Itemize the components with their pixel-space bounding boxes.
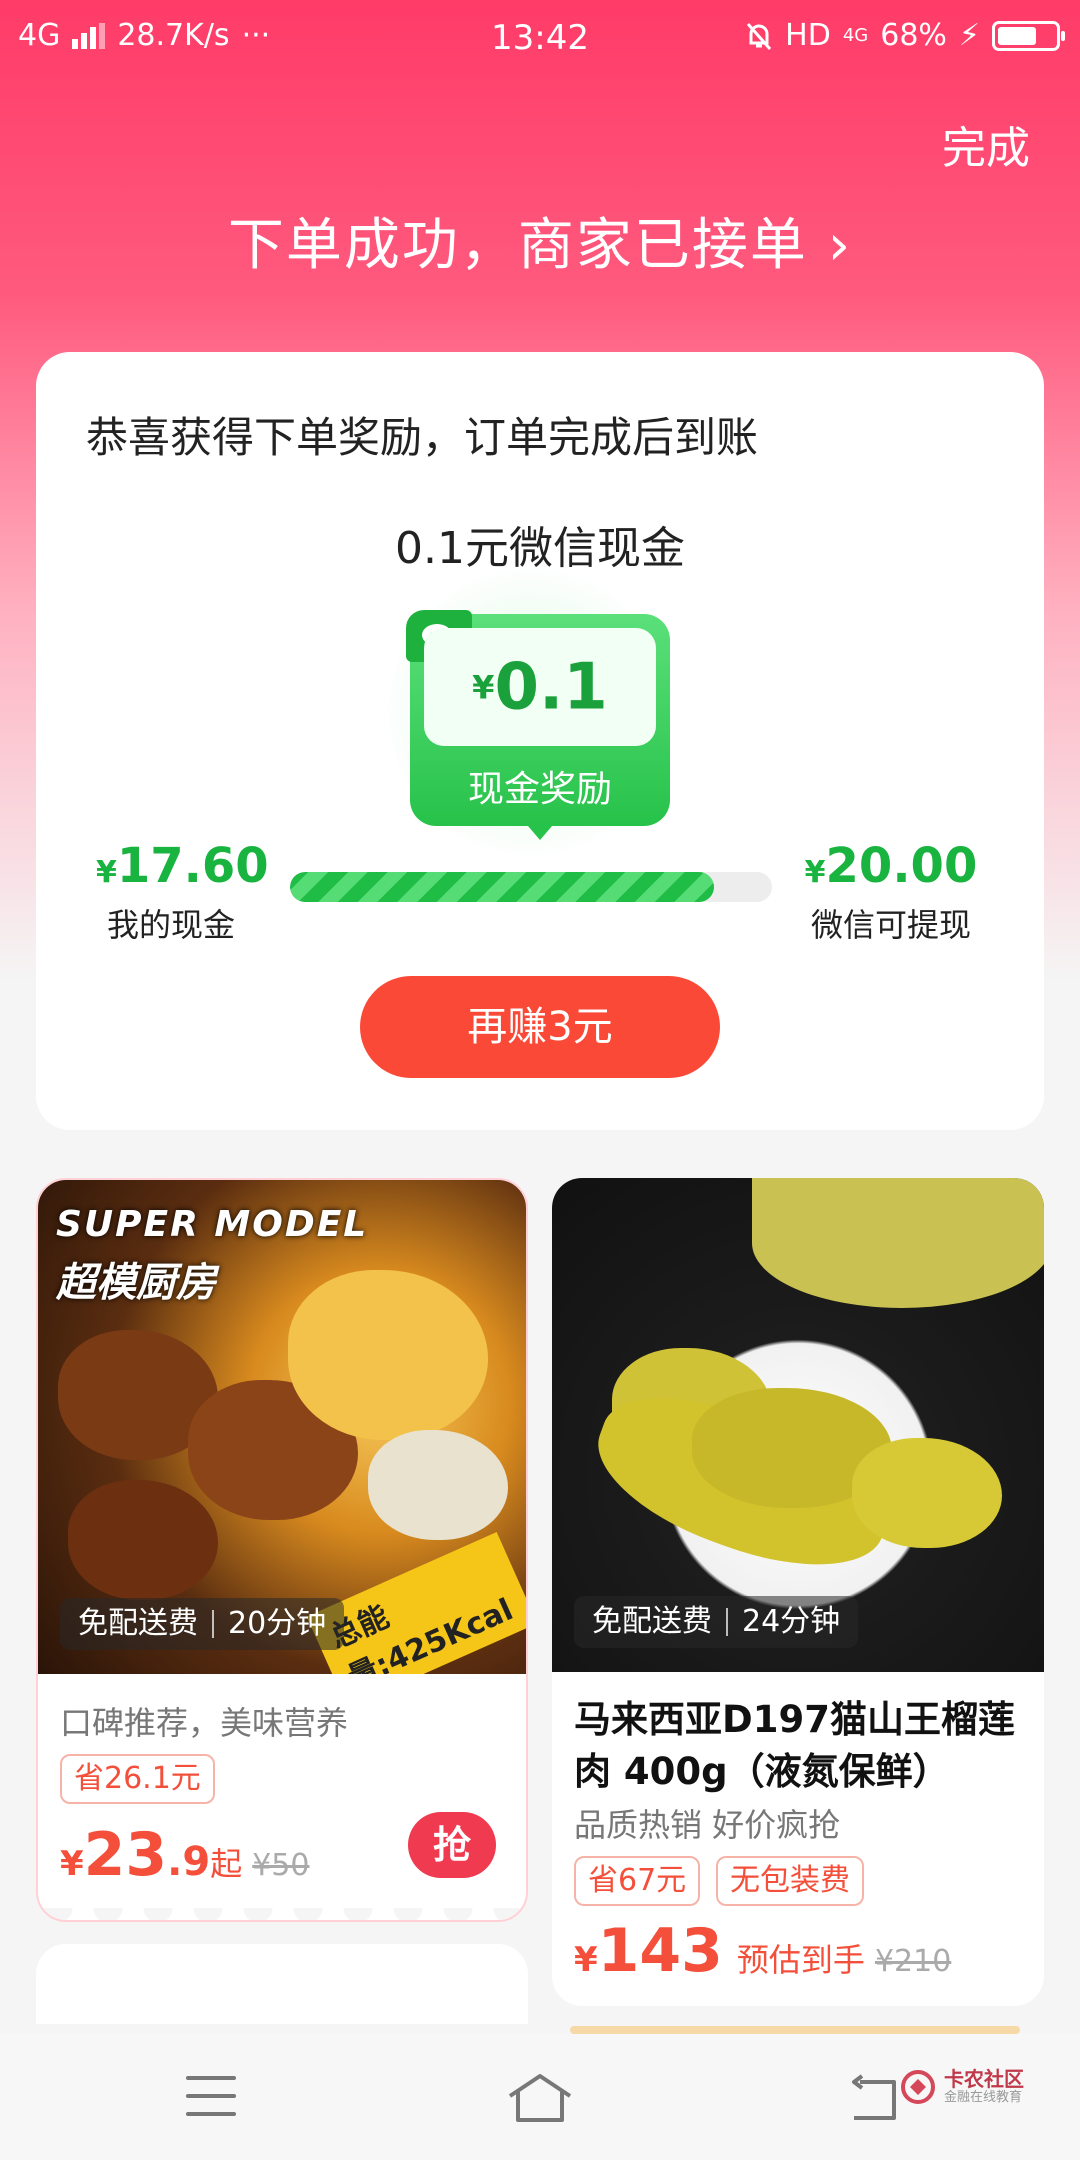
watermark-logo-icon <box>901 2070 935 2104</box>
price-currency: ¥ <box>574 1940 598 1980</box>
next-product-strip <box>570 2026 1020 2034</box>
order-success-title[interactable]: 下单成功，商家已接单 › <box>0 200 1080 281</box>
badge-label: 现金奖励 <box>467 769 612 810</box>
home-icon[interactable] <box>504 2070 576 2126</box>
charging-icon: ⚡ <box>958 18 980 53</box>
my-cash: ¥17.60 我的现金 <box>96 838 269 946</box>
original-price: ¥210 <box>874 1944 952 1979</box>
price-suffix: 预估到手 <box>736 1941 865 1979</box>
battery-icon <box>992 20 1065 51</box>
product-image: SUPER MODEL 超模厨房 总能量:425Kcal 免配送费 20分钟 <box>38 1180 526 1674</box>
ticket-edge <box>38 1908 526 1920</box>
status-bar: 4G 28.7K/s ··· 13:42 HD 4G 68% ⚡ <box>0 0 1080 76</box>
navigation-bar: 卡农社区 金融在线教育 <box>0 2034 1080 2160</box>
delivery-tag: 免配送费 24分钟 <box>574 1596 859 1648</box>
cash-reward-badge: ¥0.1 现金奖励 <box>406 610 670 840</box>
product-price: ¥143 预估到手 ¥210 <box>574 1916 951 1986</box>
my-cash-label: 我的现金 <box>106 906 235 944</box>
cash-progress-fill <box>290 872 715 902</box>
price-suffix: 起 <box>210 1845 243 1883</box>
back-icon[interactable] <box>846 2072 900 2124</box>
next-product-card[interactable] <box>36 1944 528 2024</box>
my-cash-value: 17.60 <box>116 838 269 894</box>
no-packaging-fee-chip: 无包装费 <box>716 1856 864 1906</box>
product-desc: 口碑推荐，美味营养 <box>60 1704 349 1742</box>
price-currency: ¥ <box>60 1844 84 1884</box>
earn-more-button[interactable]: 再赚3元 <box>360 976 720 1078</box>
delivery-fee-label: 免配送费 <box>78 1606 198 1641</box>
delivery-fee-label: 免配送费 <box>592 1604 712 1639</box>
product-card[interactable]: 免配送费 24分钟 马来西亚D197猫山王榴莲肉 400g（液氮保鲜） 品质热销… <box>552 1178 1044 2006</box>
reward-card: 恭喜获得下单奖励，订单完成后到账 0.1元微信现金 ¥0.1 现金奖励 ¥17.… <box>36 352 1044 1130</box>
grab-button[interactable]: 抢 <box>408 1812 496 1878</box>
delivery-tag: 免配送费 20分钟 <box>60 1598 345 1650</box>
target-value: 20.00 <box>825 838 978 894</box>
product-image: 免配送费 24分钟 <box>552 1178 1044 1672</box>
menu-icon[interactable] <box>186 2076 236 2116</box>
battery-level <box>998 26 1036 45</box>
original-price: ¥50 <box>252 1848 310 1883</box>
price-integer: 23 <box>83 1820 168 1890</box>
image-brand-title: SUPER MODEL <box>56 1204 369 1245</box>
cash-amount-box: ¥0.1 <box>424 628 656 746</box>
watermark-subtitle: 金融在线教育 <box>944 2090 1023 2105</box>
network-small: 4G <box>842 25 869 46</box>
my-cash-currency: ¥ <box>96 855 117 890</box>
target-label: 微信可提现 <box>810 906 971 944</box>
target-currency: ¥ <box>804 855 826 890</box>
image-brand-subtitle: 超模厨房 <box>56 1260 216 1306</box>
delivery-time-label: 20分钟 <box>228 1606 327 1641</box>
hd-indicator: HD <box>785 18 831 53</box>
saving-chip: 省67元 <box>574 1856 701 1906</box>
badge-currency: ¥ <box>472 668 495 707</box>
battery-percent: 68% <box>880 18 947 53</box>
price-decimal: .9 <box>167 1839 211 1885</box>
product-title: 马来西亚D197猫山王榴莲肉 400g（液氮保鲜） <box>574 1698 1015 1793</box>
done-button[interactable]: 完成 <box>942 112 1030 176</box>
saving-chip: 省26.1元 <box>60 1754 215 1804</box>
product-card[interactable]: SUPER MODEL 超模厨房 总能量:425Kcal 免配送费 20分钟 口… <box>36 1178 528 1922</box>
reward-heading: 恭喜获得下单奖励，订单完成后到账 <box>86 413 759 462</box>
product-price: ¥23.9起 ¥50 <box>60 1820 309 1890</box>
watermark: 卡农社区 金融在线教育 <box>900 2068 1024 2106</box>
product-desc: 品质热销 好价疯抢 <box>574 1806 841 1844</box>
delivery-time-label: 24分钟 <box>742 1604 841 1639</box>
mute-bell-icon <box>747 22 772 50</box>
cash-progress-bar <box>290 872 772 902</box>
badge-amount: 0.1 <box>494 650 608 725</box>
withdraw-target: ¥20.00 微信可提现 <box>788 838 994 946</box>
price-integer: 143 <box>597 1916 723 1986</box>
watermark-title: 卡农社区 <box>944 2067 1024 2091</box>
